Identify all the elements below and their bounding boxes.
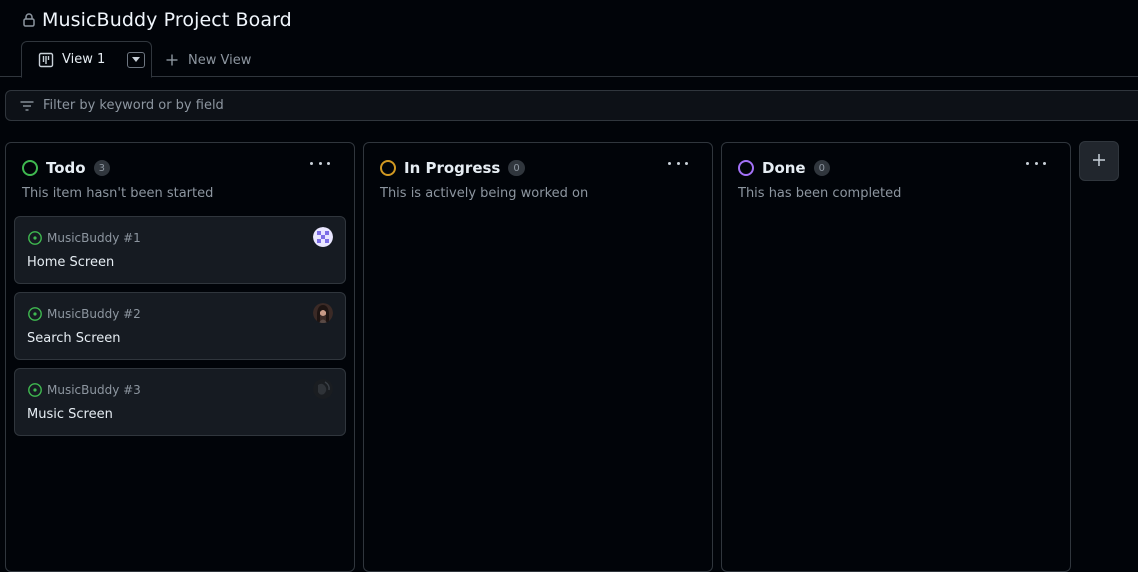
lock-icon — [22, 12, 36, 28]
status-circle-icon — [380, 160, 396, 176]
card-ref-label: MusicBuddy #2 — [47, 307, 141, 321]
plus-icon — [1092, 152, 1106, 171]
column-name: Done — [762, 159, 806, 177]
filter-icon — [19, 98, 35, 114]
tab-label: View 1 — [62, 52, 106, 67]
issue-card[interactable]: MusicBuddy #2 Search Screen — [14, 292, 346, 360]
new-view-label: New View — [188, 52, 252, 68]
kebab-dot — [676, 161, 680, 165]
kebab-horizontal-icon — [310, 161, 313, 165]
issue-open-icon — [27, 230, 43, 246]
kebab-dot — [327, 161, 330, 165]
card-ref[interactable]: MusicBuddy #3 — [27, 382, 141, 398]
kebab-horizontal-icon — [668, 161, 671, 165]
plus-icon — [165, 53, 179, 67]
filter-bar — [5, 90, 1138, 121]
column-description: This item hasn't been started — [22, 186, 214, 201]
page-title: MusicBuddy Project Board — [42, 9, 292, 31]
triangle-down-icon — [132, 57, 141, 62]
issue-open-icon — [27, 382, 43, 398]
dark-avatar[interactable] — [313, 379, 333, 399]
column-header: In Progress 0 — [380, 159, 525, 177]
count-badge: 0 — [508, 160, 525, 176]
view-options-button[interactable] — [127, 51, 146, 68]
photo-avatar[interactable] — [313, 303, 333, 323]
new-view-button[interactable]: New View — [165, 50, 251, 70]
column-todo: Todo 3 This item hasn't been started Mus… — [5, 142, 355, 572]
column-in-progress: In Progress 0 This is actively being wor… — [363, 142, 713, 572]
count-badge: 3 — [93, 160, 110, 176]
card-title[interactable]: Home Screen — [27, 255, 114, 270]
count-badge: 0 — [813, 160, 830, 176]
column-done: Done 0 This has been completed — [721, 142, 1071, 572]
column-more-button[interactable] — [668, 155, 688, 171]
card-title[interactable]: Music Screen — [27, 407, 113, 422]
card-ref[interactable]: MusicBuddy #2 — [27, 306, 141, 322]
column-header: Done 0 — [738, 159, 830, 177]
column-name: Todo — [46, 159, 86, 177]
issue-open-icon — [27, 306, 43, 322]
kebab-dot — [685, 161, 688, 165]
kebab-dot — [1034, 161, 1038, 165]
issue-card[interactable]: MusicBuddy #1 Home Screen — [14, 216, 346, 284]
tab-view-1[interactable]: View 1 — [21, 41, 152, 78]
column-more-button[interactable] — [310, 155, 330, 171]
column-description: This is actively being worked on — [380, 186, 589, 201]
card-ref-label: MusicBuddy #3 — [47, 383, 141, 397]
board-icon — [38, 52, 54, 68]
kebab-horizontal-icon — [1026, 161, 1029, 165]
column-description: This has been completed — [738, 186, 902, 201]
status-circle-icon — [22, 160, 38, 176]
card-ref[interactable]: MusicBuddy #1 — [27, 230, 141, 246]
checker-avatar[interactable] — [313, 227, 333, 247]
kebab-dot — [1043, 161, 1046, 165]
project-header: MusicBuddy Project Board View 1 New View — [0, 0, 1138, 78]
title-row: MusicBuddy Project Board — [22, 8, 292, 32]
column-name: In Progress — [404, 159, 501, 177]
card-title[interactable]: Search Screen — [27, 331, 121, 346]
filter-input[interactable] — [43, 98, 443, 113]
card-ref-label: MusicBuddy #1 — [47, 231, 141, 245]
add-column-button[interactable] — [1079, 141, 1119, 181]
status-circle-icon — [738, 160, 754, 176]
column-more-button[interactable] — [1026, 155, 1046, 171]
column-header: Todo 3 — [22, 159, 110, 177]
issue-card[interactable]: MusicBuddy #3 Music Screen — [14, 368, 346, 436]
kebab-dot — [318, 161, 322, 165]
